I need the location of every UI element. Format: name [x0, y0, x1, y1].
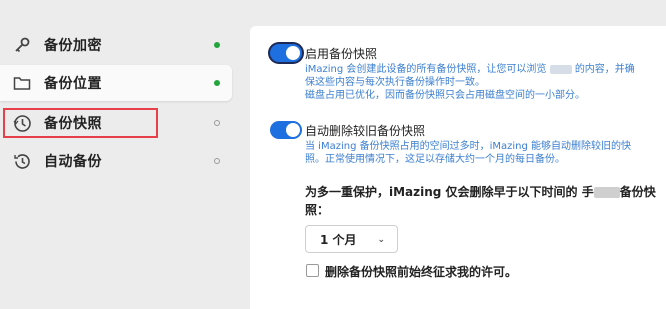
key-icon: [12, 35, 32, 55]
sidebar-item-label: 备份加密: [44, 38, 102, 54]
protection-description: 为多一重保护，iMazing 仅会删除早于以下时间的 手 备份快 照：: [305, 183, 663, 219]
retention-period-select[interactable]: 1 个月 ⌄: [305, 225, 398, 253]
clock-icon: [12, 151, 32, 171]
desc-text: iMazing 会创建此设备的所有备份快照，让您可以浏览: [305, 64, 547, 75]
desc-text: 保这些内容与每次执行备份操作时一致。: [305, 77, 485, 88]
sidebar: 备份加密 备份位置 备份快照 自动备份: [0, 0, 240, 309]
sidebar-item-auto-backup[interactable]: 自动备份: [0, 143, 232, 179]
desc-text: 当 iMazing 备份快照占用的空间过多时，iMazing 能够自动删除较旧的…: [305, 141, 632, 152]
protection-text: 为多一重保护，iMazing 仅会删除早于以下时间的 手: [305, 185, 594, 199]
redacted-device-name: [593, 187, 620, 198]
redacted-device-name: [549, 64, 572, 74]
enable-snapshots-description: iMazing 会创建此设备的所有备份快照，让您可以浏览 的内容，并确 保这些内…: [305, 63, 663, 102]
snapshot-clock-icon: [12, 113, 32, 133]
enable-snapshots-toggle[interactable]: [270, 44, 302, 62]
protection-text: 照：: [305, 203, 330, 217]
folder-icon: [12, 73, 32, 93]
sidebar-item-backup-snapshots[interactable]: 备份快照: [0, 105, 232, 141]
sidebar-item-label: 备份快照: [44, 116, 102, 132]
status-on-indicator: [214, 42, 220, 48]
auto-delete-description: 当 iMazing 备份快照占用的空间过多时，iMazing 能够自动删除较旧的…: [305, 140, 663, 166]
sidebar-item-label: 自动备份: [44, 154, 102, 170]
toggle-knob: [286, 46, 300, 60]
sidebar-item-backup-location[interactable]: 备份位置: [0, 65, 232, 101]
sidebar-item-backup-encryption[interactable]: 备份加密: [0, 27, 232, 63]
protection-text: 备份快: [619, 185, 656, 199]
select-value: 1 个月: [320, 232, 357, 247]
chevron-down-icon: ⌄: [377, 235, 385, 245]
status-on-indicator: [214, 80, 220, 86]
auto-delete-title: 自动删除较旧备份快照: [305, 124, 426, 138]
desc-text: 的内容，并确: [574, 64, 635, 75]
toggle-knob: [286, 123, 300, 137]
auto-delete-toggle[interactable]: [270, 121, 302, 139]
desc-text: 照。正常使用情况下，这足以存储大约一个月的每日备份。: [305, 154, 565, 165]
status-off-indicator: [214, 158, 220, 164]
sidebar-item-label: 备份位置: [44, 76, 102, 92]
confirm-delete-label[interactable]: 删除备份快照前始终征求我的许可。: [325, 263, 517, 280]
desc-text: 磁盘占用已优化，因而备份快照只会占用磁盘空间的一小部分。: [305, 90, 585, 101]
status-off-indicator: [214, 120, 220, 126]
enable-snapshots-title: 启用备份快照: [305, 47, 378, 61]
confirm-delete-checkbox[interactable]: [306, 264, 319, 277]
